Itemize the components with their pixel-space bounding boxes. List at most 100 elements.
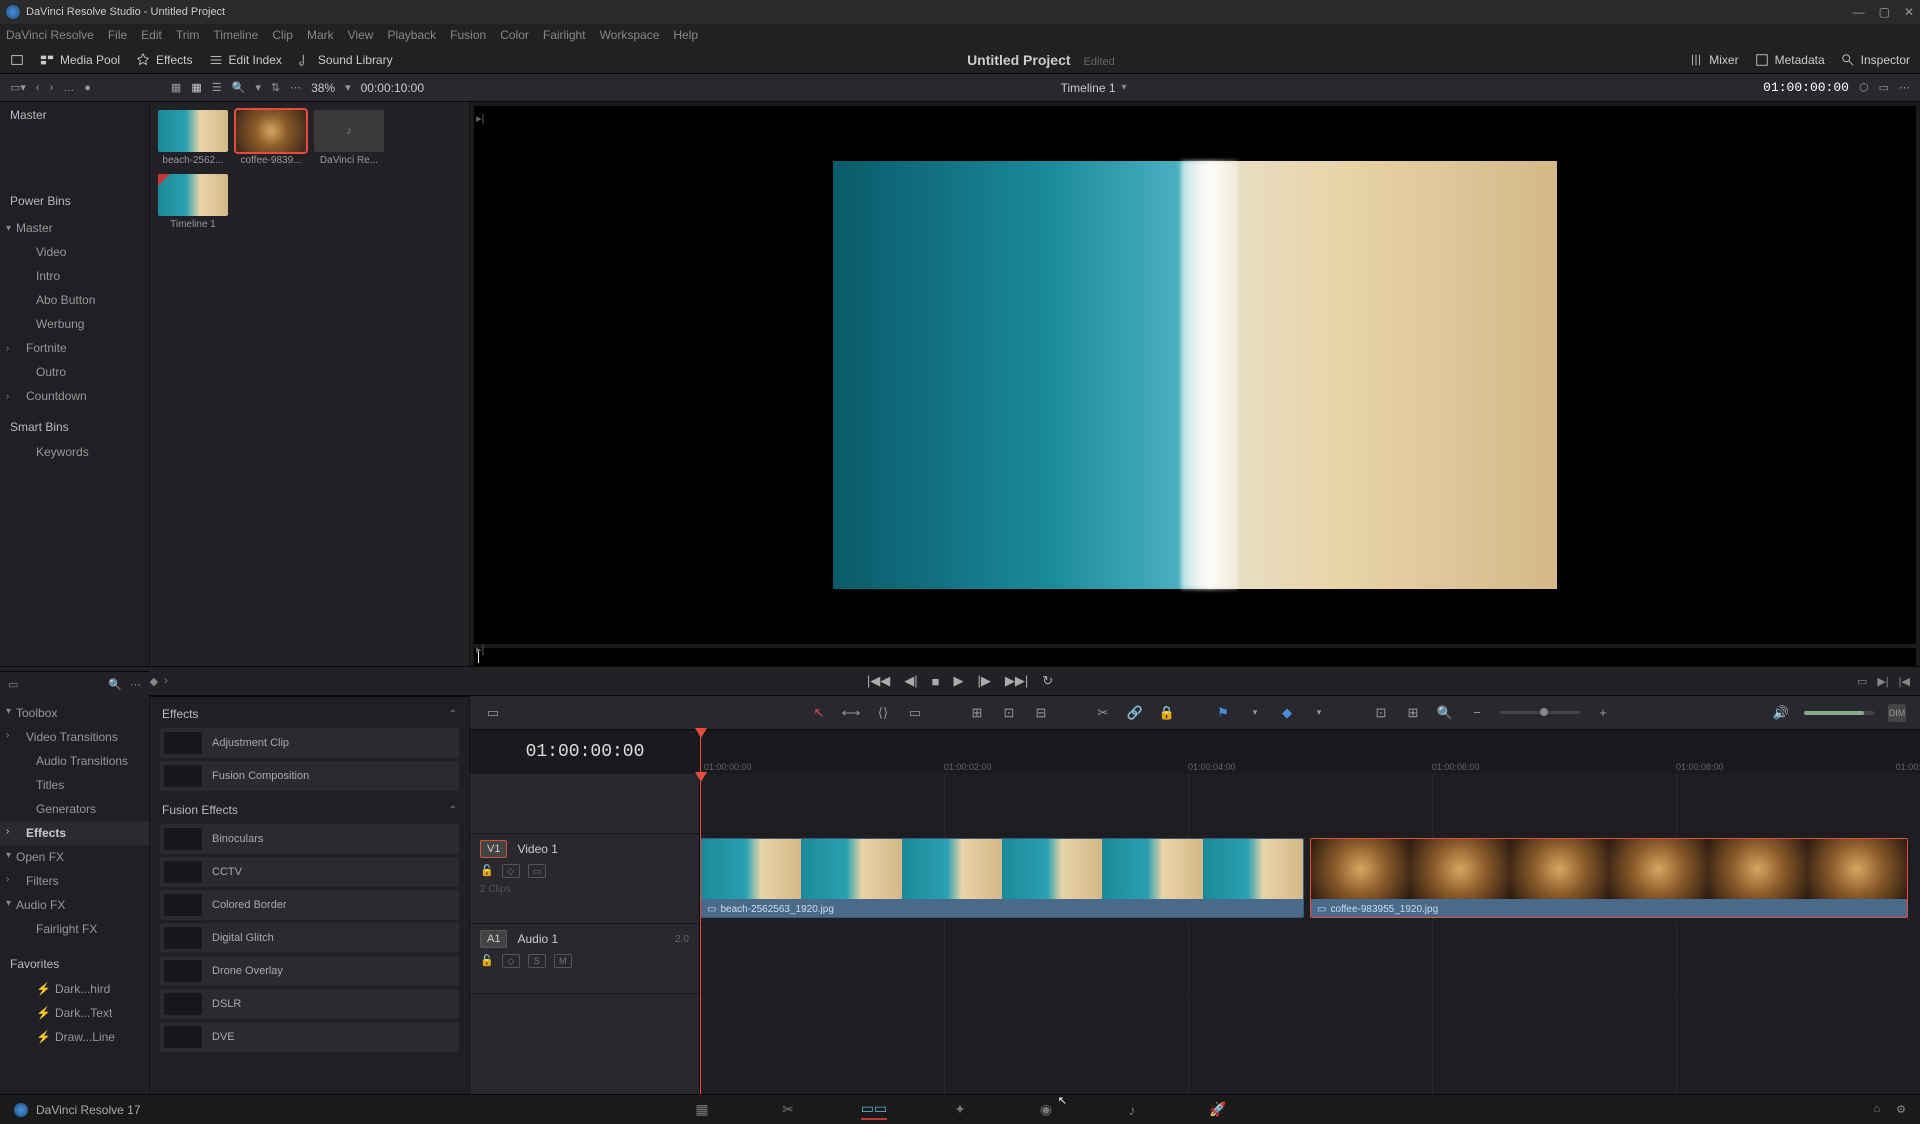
flag-dropdown-icon[interactable]: ▾ [1246,704,1264,722]
bin-keywords[interactable]: Keywords [0,440,149,464]
timeline-ruler[interactable]: 01:00:00:00 01:00:02:00 01:00:04:00 01:0… [700,730,1920,774]
replace-clip-icon[interactable]: ⊟ [1032,704,1050,722]
last-frame-button[interactable]: ▶▶| [1005,673,1028,689]
overwrite-clip-icon[interactable]: ⊡ [1000,704,1018,722]
menu-fusion[interactable]: Fusion [450,28,486,42]
stop-button[interactable]: ■ [932,674,940,689]
edit-index-toggle[interactable]: Edit Index [209,53,282,67]
dim-icon[interactable]: DIM [1888,704,1906,722]
dynamic-trim-icon[interactable]: ⟨⟩ [874,704,892,722]
fx-toolbox[interactable]: ▾Toolbox [0,701,149,725]
zoom-in-icon[interactable]: + [1594,704,1612,722]
master-bin-header[interactable]: Master [0,102,149,128]
nav-forward-button[interactable]: › [50,82,54,94]
viewer-expand-in-icon[interactable]: ▸| [476,112,484,125]
video-track-header[interactable]: V1 Video 1 🔓 ◇ ▭ 2 Clips [470,834,699,924]
marker-nav-icon[interactable]: ◆ [150,675,158,688]
power-bins-header[interactable]: Power Bins [0,188,149,214]
volume-slider[interactable] [1804,711,1874,715]
v1-disable-icon[interactable]: ▭ [528,864,546,878]
bin-outro[interactable]: Outro [0,360,149,384]
bypass-grades-icon[interactable]: ⬡ [1859,81,1869,94]
fairlight-page-icon[interactable]: ♪ [1119,1100,1145,1120]
view-list-icon[interactable]: ☰ [212,81,222,94]
bin-fortnite[interactable]: ›Fortnite [0,336,149,360]
fx-dve[interactable]: DVE [160,1022,459,1052]
menu-workspace[interactable]: Workspace [600,28,660,42]
home-icon[interactable]: ⌂ [1873,1103,1880,1116]
single-viewer-icon[interactable]: ▭ [1879,81,1889,94]
view-thumbnail-icon[interactable]: ▦ [191,81,201,94]
next-edit-icon[interactable]: › [164,675,168,688]
a1-lock-icon[interactable]: 🔓 [480,954,494,968]
fx-drone-overlay[interactable]: Drone Overlay [160,956,459,986]
go-out-icon[interactable]: |◀ [1899,675,1910,688]
viewer-timeline-name[interactable]: Timeline 1 [1061,81,1116,95]
fx-colored-border[interactable]: Colored Border [160,890,459,920]
fx-binoculars[interactable]: Binoculars [160,824,459,854]
metadata-toggle[interactable]: Metadata [1755,53,1825,67]
first-frame-button[interactable]: |◀◀ [867,673,890,689]
next-frame-button[interactable]: |▶ [977,673,990,689]
zoom-full-icon[interactable]: ⊡ [1372,704,1390,722]
bin-master[interactable]: ▾Master [0,216,149,240]
fx-filters[interactable]: ›Filters [0,869,149,893]
menu-view[interactable]: View [348,28,374,42]
quick-export-button[interactable] [10,53,24,67]
fx-group-fusion-effects[interactable]: Fusion Effects⌃ [160,799,459,821]
bin-intro[interactable]: Intro [0,264,149,288]
play-button[interactable]: ▶ [953,673,963,689]
selection-tool-icon[interactable]: ↖ [810,704,828,722]
loop-button[interactable]: ↻ [1042,673,1053,689]
menu-help[interactable]: Help [673,28,698,42]
media-page-icon[interactable]: ▦ [689,1100,715,1120]
media-thumb-beach[interactable]: beach-2562... [158,110,228,166]
zoom-dropdown-icon[interactable]: ▾ [345,81,351,94]
fx-dslr[interactable]: DSLR [160,989,459,1019]
filter-button[interactable]: ⇅ [271,81,280,94]
fx-titles[interactable]: Titles [0,773,149,797]
timeline-playhead-line[interactable] [700,774,701,1094]
minimize-button[interactable]: — [1853,5,1865,19]
prev-frame-button[interactable]: ◀| [904,673,917,689]
menu-mark[interactable]: Mark [307,28,334,42]
fx-fav-2[interactable]: ⚡Dark...Text [0,1001,149,1025]
fx-audio-fx[interactable]: ▾Audio FX [0,893,149,917]
effects-options-icon[interactable]: ⋯ [130,678,141,691]
fx-group-effects[interactable]: Effects⌃ [160,703,459,725]
position-lock-icon[interactable]: 🔒 [1158,704,1176,722]
fusion-page-icon[interactable]: ✦ [947,1100,973,1120]
timeline-view-options-icon[interactable]: ▭ [484,704,502,722]
color-page-icon[interactable]: ◉↖ [1033,1100,1059,1120]
a1-badge[interactable]: A1 [480,930,507,948]
menu-clip[interactable]: Clip [272,28,293,42]
media-thumb-coffee[interactable]: coffee-9839... [236,110,306,166]
smart-bins-header[interactable]: Smart Bins [0,414,149,440]
effects-library-toggle[interactable]: Effects [136,53,192,67]
zoom-out-icon[interactable]: − [1468,704,1486,722]
edit-page-icon[interactable]: ▭▭ [861,1100,887,1120]
fx-favorites-header[interactable]: Favorites [0,951,149,977]
search-icon[interactable]: 🔍 [232,81,246,94]
a1-lane[interactable] [700,924,1920,994]
media-thumb-audio[interactable]: ♪ DaVinci Re... [314,110,384,166]
menu-fairlight[interactable]: Fairlight [543,28,586,42]
marker-icon[interactable]: ◆ [1278,704,1296,722]
mixer-toggle[interactable]: Mixer [1689,53,1738,67]
fx-adjustment-clip[interactable]: Adjustment Clip [160,728,459,758]
viewer-expand-out-icon[interactable]: ▸| [476,643,484,656]
v1-lane[interactable]: ▭beach-2562563_1920.jpg ▭coffee-983955_1… [700,834,1920,924]
fx-fusion-composition[interactable]: Fusion Composition [160,761,459,791]
menu-file[interactable]: File [108,28,127,42]
mute-icon[interactable]: 🔊 [1772,704,1790,722]
panel-layout-button[interactable]: ▭▾ [10,81,26,94]
marker-dropdown-icon[interactable]: ▾ [1310,704,1328,722]
nav-back-button[interactable]: ‹ [36,82,40,94]
fx-open-fx[interactable]: ▾Open FX [0,845,149,869]
match-frame-icon[interactable]: ▭ [1857,675,1867,688]
bin-abo-button[interactable]: Abo Button [0,288,149,312]
fx-cctv[interactable]: CCTV [160,857,459,887]
inspector-toggle[interactable]: Inspector [1841,53,1910,67]
effects-panel-layout-icon[interactable]: ▭ [8,678,18,691]
bin-video[interactable]: Video [0,240,149,264]
